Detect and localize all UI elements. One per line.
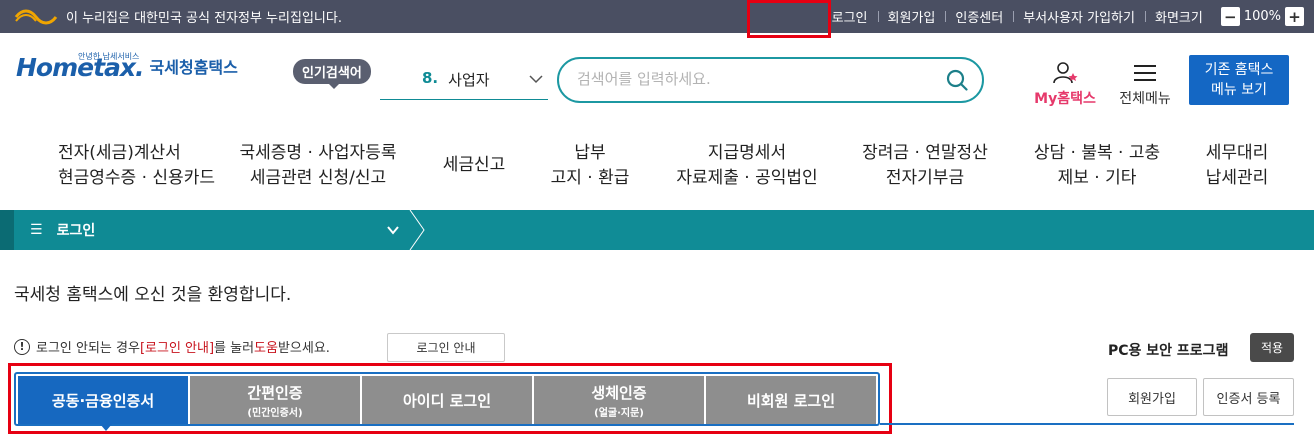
old-menu-line2: 메뉴 보기 bbox=[1211, 82, 1267, 98]
rank-underline bbox=[380, 99, 548, 100]
main-navigation: 전자(세금)계산서 현금영수증 · 신용카드 국세증명 · 사업자등록 세금관련… bbox=[0, 123, 1314, 210]
top-link-dept-user-signup[interactable]: 부서사용자 가입하기 bbox=[1013, 7, 1145, 26]
exclamation-icon: ! bbox=[14, 338, 30, 355]
gnb-line1: 납부 bbox=[574, 143, 606, 163]
my-hometax-button[interactable]: My홈택스 bbox=[1030, 60, 1100, 108]
notice-help-word: 도움 bbox=[254, 341, 278, 356]
popular-search-badge: 인기검색어 bbox=[293, 59, 371, 89]
old-menu-line1: 기존 홈택스 bbox=[1204, 62, 1274, 78]
gnb-line1: 지급명세서 bbox=[707, 143, 787, 163]
popular-search-rank[interactable]: 8. 사업자 bbox=[422, 69, 490, 90]
welcome-heading: 국세청 홈택스에 오신 것을 환영합니다. bbox=[14, 285, 292, 305]
gnb-line1: 장려금 · 연말정산 bbox=[862, 143, 988, 163]
gov-notice-text: 이 누리집은 대한민국 공식 전자정부 누리집입니다. bbox=[66, 11, 342, 26]
gnb-line2: 제보 · 기타 bbox=[1057, 168, 1137, 188]
zoom-value: 100% bbox=[1243, 9, 1281, 24]
gnb-item-tax-agent[interactable]: 세무대리 납세관리 bbox=[1204, 141, 1270, 191]
gnb-item-incentive[interactable]: 장려금 · 연말정산 전자기부금 bbox=[860, 141, 990, 191]
logo-en: Hometax. 안녕한 납세서비스 bbox=[16, 52, 145, 82]
notice-login-guide-link: [로그인 안내] bbox=[139, 341, 215, 356]
user-icon bbox=[1053, 62, 1078, 84]
logo-tagline: 안녕한 납세서비스 bbox=[78, 52, 140, 61]
gnb-item-payment[interactable]: 납부 고지 · 환급 bbox=[548, 141, 632, 191]
my-hometax-label: My홈택스 bbox=[1034, 91, 1096, 107]
apply-security-button[interactable]: 적용 bbox=[1250, 333, 1294, 362]
gnb-line1: 세금신고 bbox=[442, 155, 506, 175]
all-menu-button[interactable]: 전체메뉴 bbox=[1112, 60, 1178, 108]
search-icon[interactable] bbox=[946, 69, 968, 91]
chevron-down-icon[interactable] bbox=[528, 71, 544, 87]
location-bar: ☰ 로그인 bbox=[0, 210, 1314, 250]
gnb-item-invoice[interactable]: 전자(세금)계산서 현금영수증 · 신용카드 bbox=[58, 141, 215, 191]
location-bar-edge bbox=[0, 210, 14, 250]
notice-text: 받으세요. bbox=[277, 341, 330, 356]
rank-term: 사업자 bbox=[448, 71, 490, 89]
location-current[interactable]: ☰ 로그인 bbox=[14, 210, 416, 250]
gnb-line2: 고지 · 환급 bbox=[550, 168, 630, 188]
login-guide-button[interactable]: 로그인 안내 bbox=[387, 333, 505, 362]
gnb-line2: 세금관련 신청/신고 bbox=[249, 168, 387, 188]
menu-lines-icon: ☰ bbox=[30, 222, 43, 238]
notice-text: 를 눌러 bbox=[214, 341, 255, 356]
gnb-line1: 상담 · 불복 · 고충 bbox=[1033, 143, 1161, 163]
login-tabs-highlight bbox=[8, 363, 892, 434]
gnb-item-certificate[interactable]: 국세증명 · 사업자등록 세금관련 신청/신고 bbox=[238, 141, 398, 191]
top-link-signup[interactable]: 회원가입 bbox=[877, 7, 946, 26]
location-current-label: 로그인 bbox=[56, 223, 96, 239]
rank-number: 8. bbox=[422, 69, 439, 87]
screen-size-label: 화면크기 bbox=[1144, 7, 1213, 26]
logo-kr: 국세청홈택스 bbox=[149, 58, 238, 77]
zoom-out-button[interactable]: − bbox=[1220, 7, 1240, 26]
gnb-item-tax-report[interactable]: 세금신고 bbox=[442, 153, 506, 178]
chevron-down-icon bbox=[387, 226, 399, 235]
gnb-item-statement[interactable]: 지급명세서 자료제출 · 공익법인 bbox=[674, 141, 820, 191]
gnb-line1: 세무대리 bbox=[1205, 143, 1269, 163]
gnb-line2: 전자기부금 bbox=[885, 168, 965, 188]
gnb-item-consult[interactable]: 상담 · 불복 · 고충 제보 · 기타 bbox=[1032, 141, 1162, 191]
old-menu-button[interactable]: 기존 홈택스 메뉴 보기 bbox=[1189, 55, 1289, 105]
tab-baseline bbox=[880, 423, 1294, 425]
gnb-line1: 국세증명 · 사업자등록 bbox=[239, 143, 397, 163]
gnb-line2: 납세관리 bbox=[1205, 168, 1269, 188]
hamburger-icon bbox=[1134, 65, 1156, 81]
pc-security-label: PC용 보안 프로그램 bbox=[1108, 343, 1229, 359]
search-box bbox=[557, 57, 984, 103]
gnb-line2: 현금영수증 · 신용카드 bbox=[58, 168, 215, 188]
all-menu-label: 전체메뉴 bbox=[1119, 91, 1171, 107]
login-help-notice: ! 로그인 안되는 경우 [로그인 안내] 를 눌러 도움 받으세요. bbox=[14, 337, 330, 356]
breadcrumb-separator-icon bbox=[409, 210, 425, 250]
search-input[interactable] bbox=[577, 70, 937, 88]
register-cert-button[interactable]: 인증서 등록 bbox=[1203, 378, 1294, 416]
gnb-line1: 전자(세금)계산서 bbox=[58, 143, 181, 163]
top-link-cert-center[interactable]: 인증센터 bbox=[945, 7, 1013, 26]
zoom-in-button[interactable]: + bbox=[1285, 7, 1304, 26]
signup-button[interactable]: 회원가입 bbox=[1107, 378, 1197, 416]
gov-top-bar: 이 누리집은 대한민국 공식 전자정부 누리집입니다. 로그인 회원가입 인증센… bbox=[0, 0, 1314, 33]
header: Hometax. 안녕한 납세서비스 국세청홈택스 인기검색어 8. 사업자 M… bbox=[0, 33, 1314, 123]
notice-text: 로그인 안되는 경우 bbox=[36, 341, 140, 356]
gnb-line2: 자료제출 · 공익법인 bbox=[676, 168, 818, 188]
gov-logo-icon bbox=[14, 9, 58, 24]
hometax-logo[interactable]: Hometax. 안녕한 납세서비스 국세청홈택스 bbox=[16, 52, 238, 82]
gov-notice: 이 누리집은 대한민국 공식 전자정부 누리집입니다. bbox=[14, 0, 342, 33]
